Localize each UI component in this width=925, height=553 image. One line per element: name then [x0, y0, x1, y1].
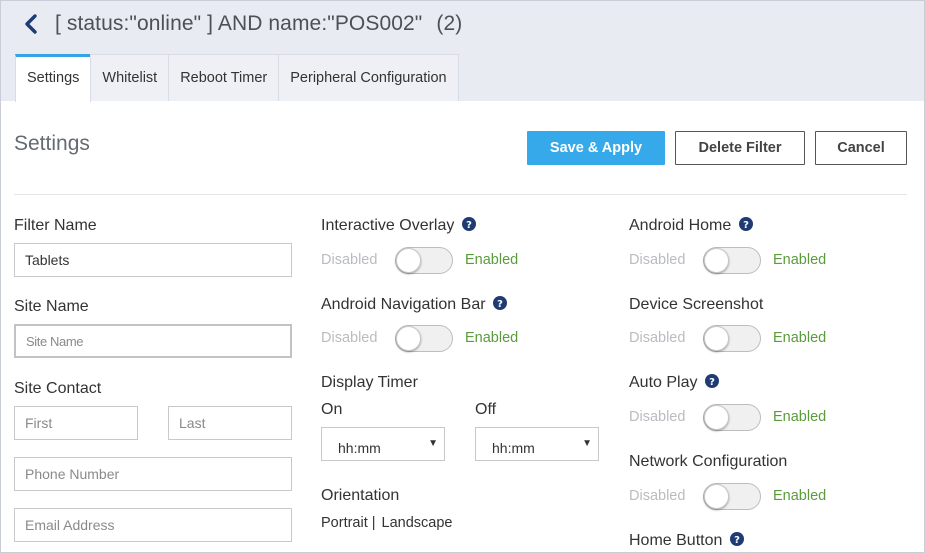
result-count: (2)	[436, 12, 463, 35]
svg-text:?: ?	[497, 299, 503, 310]
network-configuration-switch[interactable]	[703, 482, 761, 510]
enabled-label: Enabled	[465, 252, 519, 268]
disabled-label: Disabled	[321, 330, 378, 346]
android-nav-bar-text: Android Navigation Bar	[321, 296, 486, 313]
filter-settings-window: [ status:"online" ] AND name:"POS002" (2)…	[0, 0, 925, 553]
android-home-label: Android Home ?	[629, 217, 753, 236]
site-contact-label: Site Contact	[14, 380, 102, 397]
filter-name-label: Filter Name	[14, 217, 97, 234]
device-screenshot-toggle-row: Disabled Enabled	[629, 324, 826, 352]
question-circle-icon[interactable]: ?	[704, 374, 719, 393]
android-nav-bar-toggle-row: Disabled Enabled	[321, 324, 518, 352]
auto-play-switch[interactable]	[703, 403, 761, 431]
svg-text:?: ?	[743, 220, 749, 231]
home-button-label: Home Button ?	[629, 532, 744, 551]
portrait-option[interactable]: Portrait	[321, 515, 368, 531]
android-nav-bar-switch[interactable]	[395, 324, 453, 352]
tab-settings[interactable]: Settings	[15, 54, 92, 102]
question-circle-icon[interactable]: ?	[493, 296, 507, 315]
disabled-label: Disabled	[321, 252, 378, 268]
cancel-button[interactable]: Cancel	[815, 131, 907, 165]
page-title: [ status:"online" ] AND name:"POS002" (2)	[55, 12, 462, 36]
interactive-overlay-label: Interactive Overlay ?	[321, 217, 476, 236]
device-screenshot-label: Device Screenshot	[629, 296, 764, 313]
section-title: Settings	[14, 132, 90, 155]
switch-knob	[704, 404, 729, 430]
enabled-label: Enabled	[465, 330, 519, 346]
first-name-input[interactable]	[14, 406, 138, 440]
filter-name-input[interactable]	[14, 243, 292, 277]
auto-play-toggle-row: Disabled Enabled	[629, 403, 826, 431]
tab-whitelist[interactable]: Whitelist	[90, 54, 170, 101]
caret-down-icon: ▼	[428, 438, 438, 449]
on-time-value: hh:mm	[338, 440, 381, 456]
orientation-separator: |	[371, 515, 376, 531]
enabled-label: Enabled	[773, 252, 827, 268]
site-name-input[interactable]	[14, 324, 292, 358]
save-apply-button[interactable]: Save & Apply	[527, 131, 665, 165]
interactive-overlay-text: Interactive Overlay	[321, 217, 455, 234]
disabled-label: Disabled	[629, 488, 686, 504]
caret-down-icon: ▼	[582, 438, 592, 449]
svg-text:?: ?	[466, 220, 472, 231]
switch-knob	[704, 483, 729, 509]
network-configuration-toggle-row: Disabled Enabled	[629, 482, 826, 510]
display-timer-label: Display Timer	[321, 374, 418, 391]
orientation-options: Portrait | Landscape	[321, 515, 452, 531]
svg-text:?: ?	[734, 535, 740, 546]
tab-peripheral-configuration[interactable]: Peripheral Configuration	[278, 54, 459, 101]
home-button-text: Home Button	[629, 532, 723, 549]
divider	[14, 194, 907, 195]
device-screenshot-switch[interactable]	[703, 324, 761, 352]
disabled-label: Disabled	[629, 409, 686, 425]
email-address-input[interactable]	[14, 508, 292, 542]
switch-knob	[396, 247, 421, 273]
filter-query: [ status:"online" ] AND name:"POS002"	[55, 12, 423, 35]
off-label: Off	[475, 401, 497, 418]
landscape-option[interactable]: Landscape	[382, 515, 453, 531]
enabled-label: Enabled	[773, 409, 827, 425]
svg-text:?: ?	[709, 377, 715, 388]
interactive-overlay-toggle-row: Disabled Enabled	[321, 246, 518, 274]
delete-filter-button[interactable]: Delete Filter	[675, 131, 805, 165]
auto-play-text: Auto Play	[629, 374, 698, 391]
site-name-label: Site Name	[14, 298, 89, 315]
switch-knob	[396, 325, 421, 351]
android-nav-bar-label: Android Navigation Bar ?	[321, 296, 507, 315]
phone-number-input[interactable]	[14, 457, 292, 491]
on-label: On	[321, 401, 343, 418]
switch-knob	[704, 247, 729, 273]
switch-knob	[704, 325, 729, 351]
disabled-label: Disabled	[629, 330, 686, 346]
enabled-label: Enabled	[773, 330, 827, 346]
interactive-overlay-switch[interactable]	[395, 246, 453, 274]
android-home-text: Android Home	[629, 217, 732, 234]
network-configuration-label: Network Configuration	[629, 453, 788, 470]
disabled-label: Disabled	[629, 252, 686, 268]
tab-bar: Settings Whitelist Reboot Timer Peripher…	[15, 54, 459, 102]
android-home-switch[interactable]	[703, 246, 761, 274]
android-home-toggle-row: Disabled Enabled	[629, 246, 826, 274]
on-time-select[interactable]: hh:mm ▼	[321, 427, 445, 461]
page-header: [ status:"online" ] AND name:"POS002" (2)…	[1, 1, 924, 102]
orientation-label: Orientation	[321, 487, 400, 504]
question-circle-icon[interactable]: ?	[738, 217, 753, 236]
last-name-input[interactable]	[168, 406, 292, 440]
question-circle-icon[interactable]: ?	[729, 532, 744, 551]
auto-play-label: Auto Play ?	[629, 374, 719, 393]
off-time-select[interactable]: hh:mm ▼	[475, 427, 599, 461]
question-circle-icon[interactable]: ?	[461, 217, 476, 236]
chevron-left-icon[interactable]	[21, 13, 41, 35]
off-time-value: hh:mm	[492, 440, 535, 456]
enabled-label: Enabled	[773, 488, 827, 504]
tab-reboot-timer[interactable]: Reboot Timer	[168, 54, 280, 101]
